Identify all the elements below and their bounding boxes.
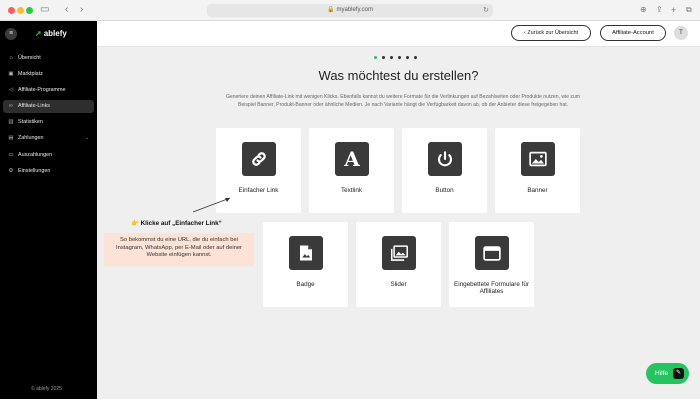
- option-label: Eingebettete Formulare für Affiliates: [454, 281, 529, 295]
- maximize-window-button[interactable]: [26, 7, 33, 14]
- main-content: ‹ Zurück zur Übersicht Affiliate-Account…: [97, 21, 700, 399]
- option-card-eingebettete-formulare[interactable]: Eingebettete Formulare für Affiliates: [449, 222, 534, 307]
- browser-toolbar: ▭ ‹ › ◐ 🔒myablefy.com ↻ ⊕ ⇪ + ⧉: [0, 0, 700, 21]
- power-button-icon: [428, 142, 462, 176]
- chat-icon: ✎: [673, 368, 684, 379]
- help-button[interactable]: Hilfe ✎: [646, 363, 689, 384]
- step-dot: [382, 56, 385, 59]
- sidebar-item-affiliate-programme[interactable]: ◁ Affiliate-Programme: [3, 83, 94, 96]
- sidebar-item-einstellungen[interactable]: ⚙ Einstellungen: [3, 164, 94, 177]
- annotation-title: 👉 Klicke auf „Einfacher Link“: [131, 220, 222, 227]
- sidebar-item-statistiken[interactable]: ▥ Statistiken: [3, 116, 94, 129]
- chevron-down-icon: ⌄: [84, 135, 89, 142]
- tabs-overview-icon[interactable]: ⧉: [686, 4, 692, 16]
- address-bar[interactable]: 🔒 myablefy.com: [207, 4, 493, 17]
- forward-arrow-icon[interactable]: ›: [80, 4, 83, 16]
- address-text: myablefy.com: [336, 7, 374, 13]
- minimize-window-button[interactable]: [17, 7, 24, 14]
- megaphone-icon: ◁: [8, 86, 14, 93]
- option-card-slider[interactable]: Slider: [356, 222, 441, 307]
- step-dot: [406, 56, 409, 59]
- sidebar-item-label: Statistiken: [18, 119, 43, 126]
- payments-icon: ▤: [8, 135, 14, 142]
- back-to-overview-button[interactable]: ‹ Zurück zur Übersicht: [511, 25, 591, 41]
- sidebar-item-affiliate-links[interactable]: ∞ Affiliate-Links: [3, 99, 94, 113]
- option-label: Textlink: [341, 187, 362, 194]
- sidebar-nav: ⌂ Übersicht ▣ Marktplatz ◁ Affiliate-Progra…: [3, 51, 94, 181]
- close-window-button[interactable]: [8, 7, 15, 14]
- sidebar-item-label: Zahlungen: [18, 135, 44, 142]
- link-icon: [242, 142, 276, 176]
- gallery-icon: [382, 236, 416, 270]
- store-icon: ▣: [8, 70, 14, 77]
- help-label: Hilfe: [655, 370, 669, 377]
- new-tab-icon[interactable]: +: [671, 4, 676, 16]
- settings-icon: ⚙: [8, 167, 14, 174]
- payout-icon: ▭: [8, 151, 14, 158]
- sidebar-item-label: Affiliate-Links: [18, 103, 50, 110]
- badge-file-icon: [289, 236, 323, 270]
- header: ‹ Zurück zur Übersicht Affiliate-Account…: [97, 21, 700, 47]
- embed-window-icon: [475, 236, 509, 270]
- sidebar-item-label: Einstellungen: [18, 167, 51, 174]
- option-label: Button: [435, 187, 454, 194]
- logo[interactable]: ➚ ablefy: [35, 29, 67, 38]
- option-card-button[interactable]: Button: [402, 128, 487, 213]
- annotation-arrow: [192, 197, 231, 213]
- step-indicator: [374, 56, 417, 59]
- sidebar-item-auszahlungen[interactable]: ▭ Auszahlungen: [3, 148, 94, 161]
- step-dot: [398, 56, 401, 59]
- lock-icon: 🔒: [326, 7, 335, 13]
- sidebar-toggle-icon[interactable]: ▭: [40, 4, 49, 16]
- avatar[interactable]: T: [674, 26, 688, 40]
- page-title: Was möchtest du erstellen?: [318, 68, 479, 83]
- ablefy-logo-icon: ➚: [35, 29, 42, 38]
- share-icon[interactable]: ⇪: [656, 4, 663, 16]
- image-icon: [521, 142, 555, 176]
- logo-text: ablefy: [43, 29, 67, 38]
- page-description: Generiere deinen Affiliate-Link mit weni…: [225, 94, 581, 108]
- step-dot: [414, 56, 417, 59]
- option-card-textlink[interactable]: A Textlink: [309, 128, 394, 213]
- sidebar-item-uebersicht[interactable]: ⌂ Übersicht: [3, 51, 94, 64]
- sidebar-item-label: Affiliate-Programme: [18, 86, 66, 93]
- option-label: Badge: [296, 281, 315, 288]
- text-a-icon: A: [335, 142, 369, 176]
- annotation-hint-box: So bekommst du eine URL, die du einfach …: [104, 233, 254, 266]
- sidebar: ≡ ➚ ablefy ⌂ Übersicht ▣ Marktplatz ◁ Affili…: [0, 21, 97, 399]
- back-button-label: Zurück zur Übersicht: [527, 30, 579, 36]
- sidebar-item-label: Übersicht: [18, 54, 41, 61]
- back-arrow-icon[interactable]: ‹: [65, 4, 68, 16]
- option-card-badge[interactable]: Badge: [263, 222, 348, 307]
- step-dot-active: [374, 56, 377, 59]
- sidebar-item-label: Auszahlungen: [18, 151, 53, 158]
- sidebar-item-label: Marktplatz: [18, 70, 43, 77]
- reload-icon[interactable]: ↻: [483, 5, 489, 17]
- affiliate-account-button[interactable]: Affiliate-Account: [600, 25, 666, 41]
- step-dot: [390, 56, 393, 59]
- home-icon: ⌂: [9, 54, 13, 61]
- download-icon[interactable]: ⊕: [640, 4, 647, 16]
- menu-icon[interactable]: ≡: [5, 28, 17, 40]
- sidebar-item-zahlungen[interactable]: ▤ Zahlungen ⌄: [3, 132, 94, 145]
- sidebar-item-marktplatz[interactable]: ▣ Marktplatz: [3, 67, 94, 80]
- option-label: Slider: [390, 281, 407, 288]
- link-icon: ∞: [9, 103, 13, 110]
- chart-icon: ▥: [8, 119, 14, 126]
- option-label: Banner: [527, 187, 548, 194]
- sidebar-footer: © ablefy 2025: [31, 386, 62, 392]
- option-card-banner[interactable]: Banner: [495, 128, 580, 213]
